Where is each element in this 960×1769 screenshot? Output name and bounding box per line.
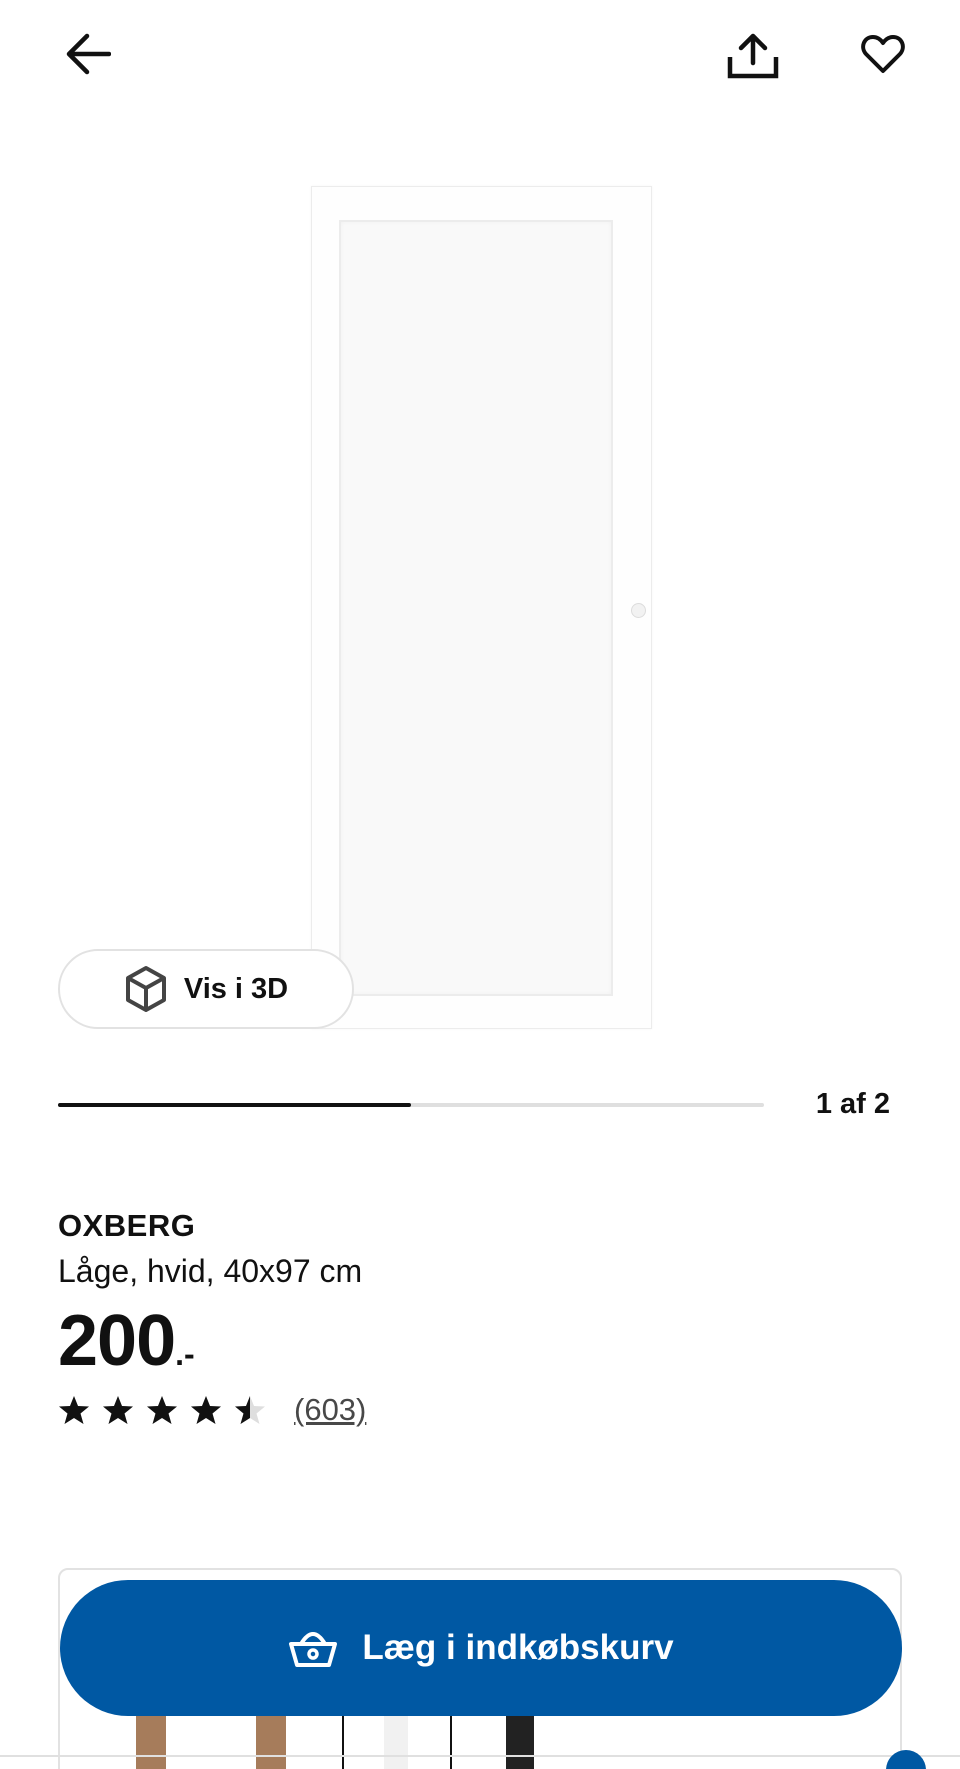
gallery-progress-bar bbox=[58, 1103, 764, 1107]
product-name: OXBERG bbox=[58, 1208, 196, 1243]
star-icon bbox=[59, 1396, 89, 1424]
add-to-cart-button[interactable]: Læg i indkøbskurv bbox=[60, 1580, 902, 1716]
share-icon bbox=[727, 33, 779, 79]
door-panel bbox=[339, 220, 613, 996]
swatch-black bbox=[506, 1712, 534, 1769]
star-icon bbox=[103, 1396, 133, 1424]
rating[interactable]: (603) bbox=[58, 1392, 366, 1428]
review-count-link[interactable]: (603) bbox=[294, 1392, 366, 1428]
price-integer: 200 bbox=[58, 1301, 176, 1381]
swatch-oak bbox=[136, 1712, 166, 1769]
product-description: Låge, hvid, 40x97 cm bbox=[58, 1253, 363, 1289]
favorite-button[interactable] bbox=[853, 24, 913, 84]
product-image[interactable] bbox=[311, 186, 652, 1029]
price-suffix: .- bbox=[175, 1336, 195, 1372]
back-button[interactable] bbox=[58, 24, 118, 84]
product-page: Vis i 3D 1 af 2 OXBERG Låge, hvid, 40x97… bbox=[0, 0, 960, 1769]
color-swatch-strip bbox=[78, 1712, 678, 1769]
gallery-progress-fill bbox=[58, 1103, 411, 1107]
view-3d-button[interactable]: Vis i 3D bbox=[58, 949, 354, 1029]
door-knob bbox=[631, 603, 646, 618]
star-icon bbox=[235, 1396, 265, 1424]
rating-stars bbox=[58, 1394, 278, 1426]
cube-icon bbox=[125, 966, 166, 1012]
basket-icon bbox=[289, 1632, 338, 1667]
swatch-white bbox=[384, 1712, 408, 1769]
product-price: 200 .- bbox=[58, 1300, 195, 1382]
share-button[interactable] bbox=[723, 24, 783, 88]
star-icon bbox=[191, 1396, 221, 1424]
bottom-divider bbox=[0, 1755, 960, 1757]
gallery-page-indicator: 1 af 2 bbox=[815, 1088, 890, 1120]
arrow-left-icon bbox=[66, 33, 111, 75]
star-icon bbox=[147, 1396, 177, 1424]
swatch-oak-2 bbox=[256, 1712, 286, 1769]
add-to-cart-label: Læg i indkøbskurv bbox=[362, 1628, 674, 1667]
swatch-divider-2 bbox=[450, 1712, 452, 1769]
swatch-divider bbox=[342, 1712, 344, 1769]
heart-icon bbox=[861, 35, 905, 73]
view-3d-label: Vis i 3D bbox=[183, 972, 289, 1005]
